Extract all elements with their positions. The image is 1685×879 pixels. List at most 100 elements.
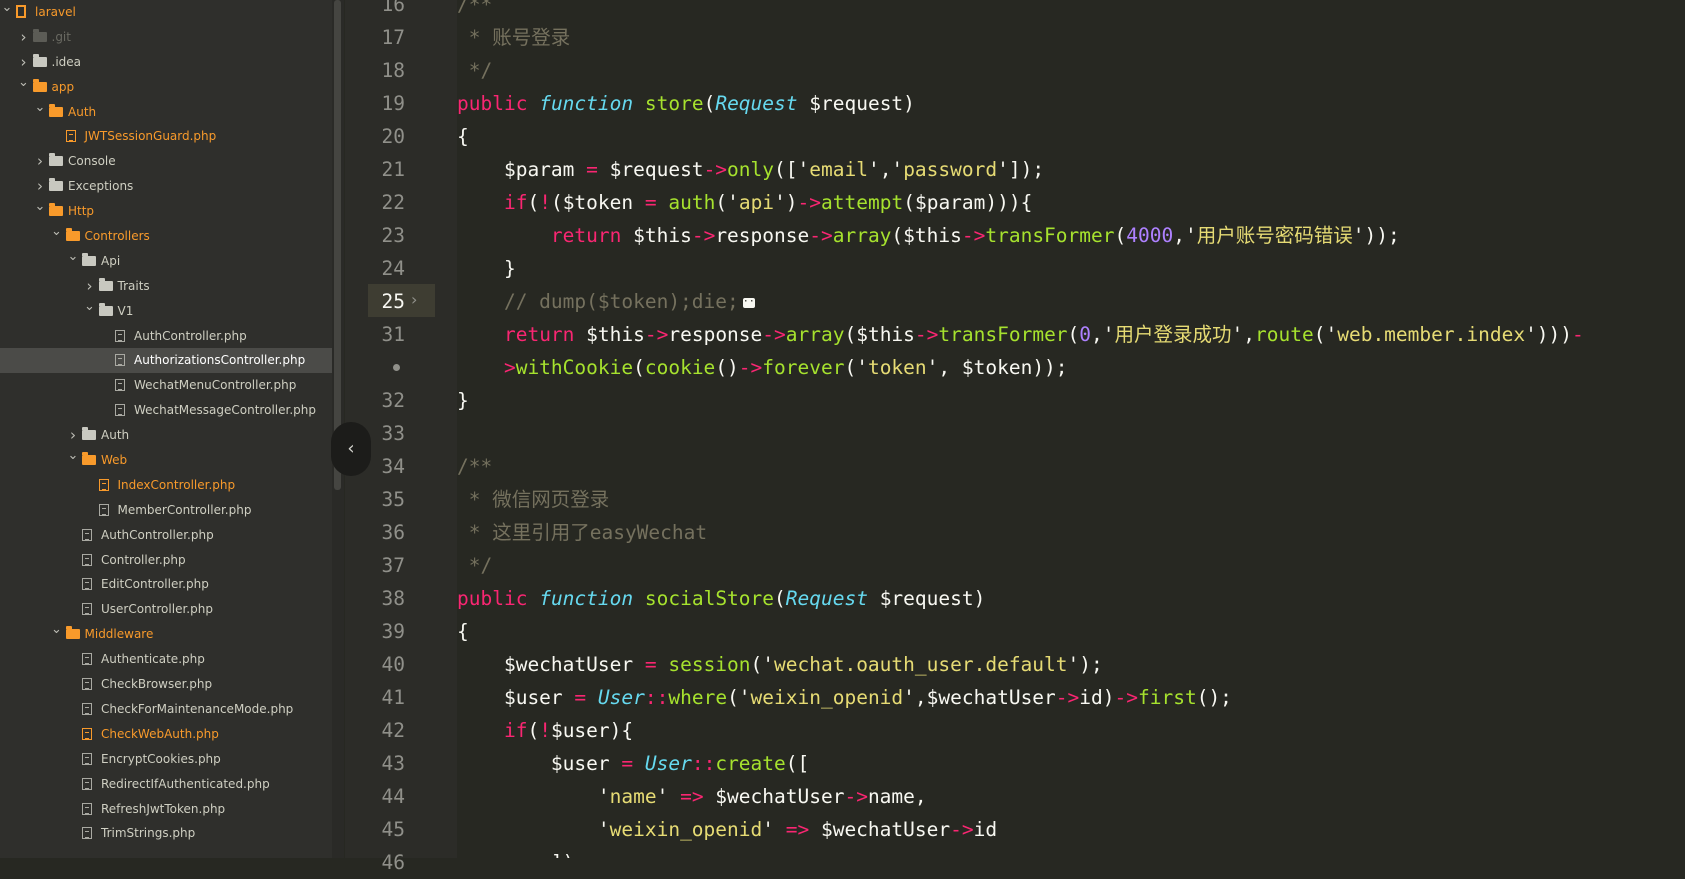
tree-item-label: Authenticate.php bbox=[101, 652, 205, 667]
tree-file-item[interactable]: WechatMessageController.php bbox=[0, 398, 332, 423]
code-line[interactable]: 'weixin_openid' => $wechatUser->id bbox=[457, 813, 997, 846]
code-line[interactable]: public function store(Request $request) bbox=[457, 87, 915, 120]
line-number: 21 bbox=[381, 158, 405, 181]
code-line[interactable]: $user = User::where('weixin_openid',$wec… bbox=[457, 681, 1232, 714]
file-icon bbox=[82, 752, 92, 765]
tree-folder-item[interactable]: ⌄ app bbox=[0, 75, 332, 100]
file-icon bbox=[82, 603, 92, 616]
tree-folder-item[interactable]: ⌄ Api bbox=[0, 249, 332, 274]
code-line[interactable]: */ bbox=[457, 54, 493, 87]
tree-folder-item[interactable]: › Console bbox=[0, 149, 332, 174]
sidebar-scrollbar-thumb[interactable] bbox=[334, 0, 341, 490]
tree-folder-item[interactable]: › Auth bbox=[0, 423, 332, 448]
tree-folder-item[interactable]: ⌄ Controllers bbox=[0, 224, 332, 249]
tree-file-item[interactable]: CheckWebAuth.php bbox=[0, 722, 332, 747]
tree-folder-item[interactable]: ⌄ Web bbox=[0, 448, 332, 473]
code-line[interactable]: ]); bbox=[457, 846, 586, 858]
tree-item-label: AuthController.php bbox=[101, 527, 214, 542]
code-line[interactable]: { bbox=[457, 615, 469, 648]
code-line[interactable]: $user = User::create([ bbox=[457, 747, 809, 780]
tree-file-item[interactable]: MemberController.php bbox=[0, 498, 332, 523]
line-number: 23 bbox=[381, 224, 405, 247]
tree-folder-item[interactable]: ⌄ V1 bbox=[0, 299, 332, 324]
tree-item-label: Traits bbox=[117, 278, 150, 293]
fold-expand-icon[interactable]: › bbox=[411, 290, 417, 309]
tree-file-item[interactable]: CheckBrowser.php bbox=[0, 672, 332, 697]
code-line[interactable]: return $this->response->array($this->tra… bbox=[457, 219, 1400, 252]
code-line[interactable]: * 这里引用了easyWechat bbox=[457, 516, 707, 549]
file-icon bbox=[82, 702, 92, 715]
code-line[interactable]: * 微信网页登录 bbox=[457, 483, 610, 516]
chevron-right-icon[interactable]: › bbox=[18, 25, 30, 50]
folder-open-icon bbox=[49, 103, 63, 117]
code-line[interactable]: // dump($token);die; ··· bbox=[457, 285, 761, 318]
chevron-down-icon[interactable]: ⌄ bbox=[67, 444, 79, 469]
tree-item-label: Web bbox=[101, 453, 128, 468]
tree-item-label: Auth bbox=[101, 428, 130, 443]
file-icon bbox=[82, 727, 92, 740]
tree-file-item[interactable]: AuthController.php bbox=[0, 324, 332, 349]
code-line[interactable]: * 账号登录 bbox=[457, 21, 571, 54]
tree-folder-item[interactable]: › Exceptions bbox=[0, 174, 332, 199]
folded-code-ellipsis-icon[interactable]: ··· bbox=[742, 296, 761, 308]
tree-file-item[interactable]: RefreshJwtToken.php bbox=[0, 797, 332, 822]
line-number: 18 bbox=[381, 59, 405, 82]
code-line[interactable]: if(!$user){ bbox=[457, 714, 633, 747]
tree-item-label: JWTSessionGuard.php bbox=[84, 129, 217, 144]
code-line[interactable]: } bbox=[457, 384, 469, 417]
tree-file-item[interactable]: EditController.php bbox=[0, 572, 332, 597]
code-line[interactable]: /** bbox=[457, 450, 492, 483]
tree-item-label: EncryptCookies.php bbox=[101, 751, 221, 766]
tree-folder-item[interactable]: › .git bbox=[0, 25, 332, 50]
code-line[interactable]: 'name' => $wechatUser->name, bbox=[457, 780, 927, 813]
tree-folder-item[interactable]: ⌄ laravel bbox=[0, 0, 332, 25]
code-line[interactable]: /** bbox=[457, 0, 492, 21]
line-number: 38 bbox=[381, 587, 405, 610]
tree-file-item[interactable]: TrimStrings.php bbox=[0, 821, 332, 846]
file-tree-sidebar: ⌄ laravel › .git › .idea ⌄ app ⌄ Auth JWTSessionGu… bbox=[0, 0, 332, 858]
tree-folder-item[interactable]: ⌄ Middleware bbox=[0, 622, 332, 647]
tree-file-item[interactable]: Authenticate.php bbox=[0, 647, 332, 672]
tree-file-item[interactable]: WechatMenuController.php bbox=[0, 373, 332, 398]
code-line[interactable]: >withCookie(cookie()->forever('token', $… bbox=[457, 351, 1068, 384]
chevron-right-icon[interactable]: › bbox=[34, 149, 46, 174]
tree-file-item[interactable]: JWTSessionGuard.php bbox=[0, 124, 332, 149]
tree-folder-item[interactable]: ⌄ Auth bbox=[0, 100, 332, 125]
tree-item-label: TrimStrings.php bbox=[101, 826, 196, 841]
chevron-down-icon[interactable]: ⌄ bbox=[18, 71, 30, 96]
tree-folder-item[interactable]: › .idea bbox=[0, 50, 332, 75]
tree-file-item[interactable]: IndexController.php bbox=[0, 473, 332, 498]
code-line[interactable]: if(!($token = auth('api')->attempt($para… bbox=[457, 186, 1032, 219]
tree-file-item[interactable]: AuthorizationsController.php bbox=[0, 348, 332, 374]
chevron-down-icon[interactable]: ⌄ bbox=[84, 295, 96, 320]
code-line[interactable]: return $this->response->array($this->tra… bbox=[457, 318, 1584, 351]
file-icon bbox=[82, 802, 92, 815]
code-line[interactable]: */ bbox=[457, 549, 493, 582]
tree-item-label: CheckForMaintenanceMode.php bbox=[101, 701, 294, 716]
tree-file-item[interactable]: CheckForMaintenanceMode.php bbox=[0, 697, 332, 722]
tree-file-item[interactable]: Controller.php bbox=[0, 548, 332, 573]
chevron-down-icon[interactable]: ⌄ bbox=[1, 0, 13, 21]
code-line[interactable]: public function socialStore(Request $req… bbox=[457, 582, 985, 615]
line-number: 37 bbox=[381, 554, 405, 577]
code-line[interactable]: $wechatUser = session('wechat.oauth_user… bbox=[457, 648, 1103, 681]
tree-file-item[interactable]: AuthController.php bbox=[0, 523, 332, 548]
chevron-down-icon[interactable]: ⌄ bbox=[34, 195, 46, 220]
tree-file-item[interactable]: RedirectIfAuthenticated.php bbox=[0, 772, 332, 797]
chevron-down-icon[interactable]: ⌄ bbox=[67, 245, 79, 270]
line-number: 32 bbox=[381, 389, 405, 412]
code-line[interactable]: $param = $request->only(['email','passwo… bbox=[457, 153, 1044, 186]
tree-item-label: RedirectIfAuthenticated.php bbox=[101, 776, 270, 791]
chevron-down-icon[interactable]: ⌄ bbox=[51, 220, 63, 245]
file-icon bbox=[98, 478, 109, 491]
code-editor[interactable]: /** * 账号登录 */public function store(Reque… bbox=[457, 0, 1685, 858]
code-line[interactable]: { bbox=[457, 120, 469, 153]
line-number: 33 bbox=[381, 422, 405, 445]
code-line[interactable]: } bbox=[457, 252, 516, 285]
line-number: 42 bbox=[381, 719, 405, 742]
tree-folder-item[interactable]: › Traits bbox=[0, 274, 332, 299]
chevron-down-icon[interactable]: ⌄ bbox=[51, 618, 63, 643]
tree-file-item[interactable]: EncryptCookies.php bbox=[0, 747, 332, 772]
chevron-down-icon[interactable]: ⌄ bbox=[34, 96, 46, 121]
folder-open-icon bbox=[32, 78, 47, 92]
